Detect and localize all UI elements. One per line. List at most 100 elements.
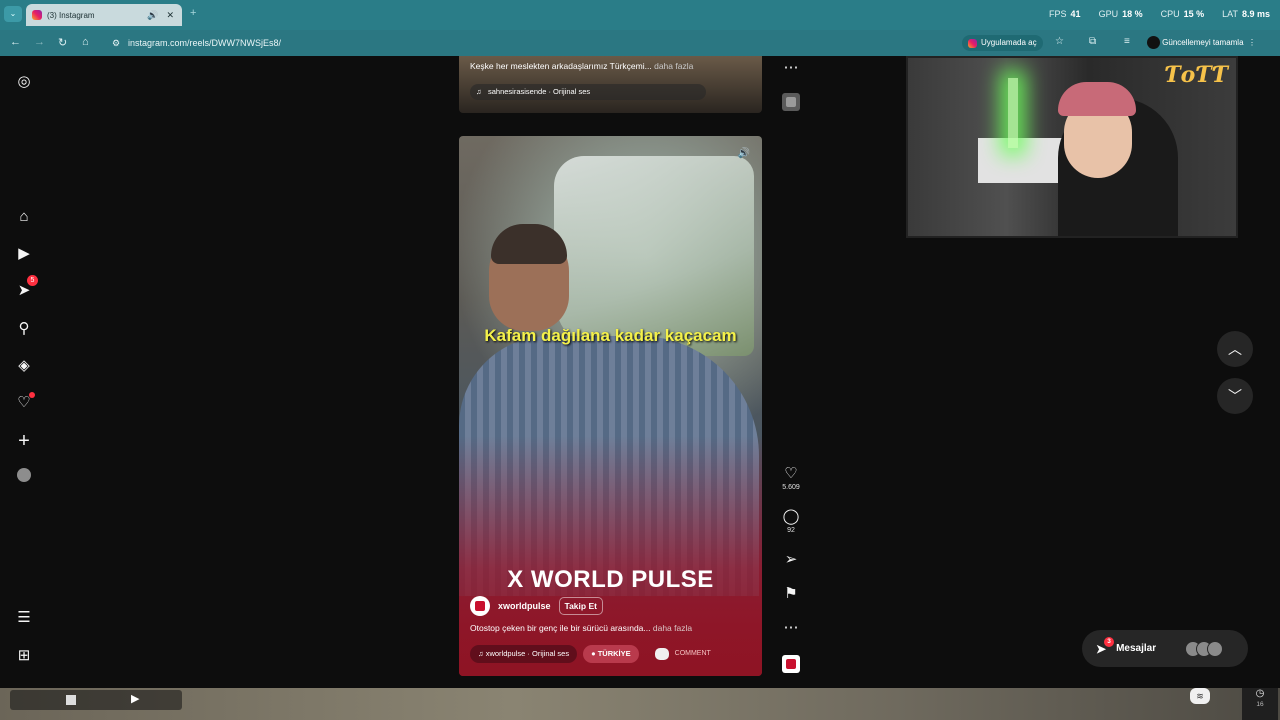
previous-reel-button[interactable]: ︿	[1217, 331, 1253, 367]
follow-button[interactable]: Takip Et	[558, 597, 603, 615]
gpu-stat: GPU 18 %	[1098, 9, 1143, 19]
browser-tab[interactable]: (3) Instagram 🔊 ✕	[26, 4, 182, 26]
reload-icon[interactable]: ↻	[58, 36, 67, 49]
video-watermark: X WORLD PULSE	[507, 566, 714, 593]
sidebar: ◎ ⌂ ▶ ➤ 5 ⚲ ◈ ♡ + ☰ ⊞	[0, 56, 48, 688]
audio-thumbnail[interactable]	[782, 655, 800, 673]
instagram-icon	[968, 38, 977, 48]
messages-label: Mesajlar	[1116, 643, 1157, 654]
performance-overlay: FPS 41 GPU 18 % CPU 15 % LAT 8.9 ms	[1049, 9, 1270, 19]
media-controls: ▶	[10, 690, 182, 710]
cpu-stat: CPU 15 %	[1160, 9, 1205, 19]
url-text: instagram.com/reels/DWW7NWSjEs8/	[128, 38, 282, 48]
create-nav-icon[interactable]: +	[14, 431, 34, 451]
search-nav-icon[interactable]: ⚲	[14, 319, 34, 339]
webcam-desk	[978, 138, 1068, 183]
streamer-logo: ƬoƬƬ	[1164, 62, 1228, 88]
author-row: xworldpulse Takip Et	[470, 596, 603, 616]
back-icon[interactable]: ←	[10, 36, 21, 48]
reel-actions: ⋯ ♡ 5.609 ◯ 92 ➢ ⚑ ⋯	[778, 56, 804, 688]
browser-tab-bar: ⌄ (3) Instagram 🔊 ✕ + FPS 41 GPU 18 % CPU 1…	[0, 0, 1280, 30]
play-icon[interactable]: ▶	[131, 692, 139, 705]
reel-chips: ♫ xworldpulse · Orijinal ses ● TÜRKİYE C…	[470, 645, 719, 663]
chevron-up-icon: ︿	[1228, 341, 1242, 357]
update-button[interactable]: Güncellemeyi tamamla ⋮	[1162, 35, 1256, 51]
previous-more-options-icon[interactable]: ⋯	[778, 59, 804, 77]
extensions-icon[interactable]: ⧉	[1089, 36, 1096, 47]
home-icon[interactable]: ⌂	[82, 36, 89, 48]
webcam-cap	[1058, 82, 1136, 116]
tray-settings-icon[interactable]: ≋	[1190, 688, 1210, 704]
author-username[interactable]: xworldpulse	[498, 601, 551, 611]
webcam-light	[1008, 78, 1018, 148]
close-tab-icon[interactable]: ✕	[166, 10, 174, 21]
speaker-icon[interactable]: 🔊	[147, 10, 158, 21]
instagram-logo-icon[interactable]: ◎	[14, 72, 34, 92]
reel-more-link[interactable]: daha fazla	[653, 623, 692, 633]
message-avatars	[1185, 640, 1224, 657]
notifications-nav-icon[interactable]: ♡	[14, 392, 35, 413]
bookmark-icon: ⚑	[784, 585, 798, 602]
audio-chip[interactable]: ♫ xworldpulse · Orijinal ses	[470, 645, 578, 663]
latency-stat: LAT 8.9 ms	[1222, 9, 1270, 19]
messages-icon: ➤ 3	[1096, 636, 1114, 656]
more-menu-icon[interactable]: ☰	[14, 608, 34, 628]
new-tab-button[interactable]: +	[190, 7, 196, 19]
comment-icon: ◯	[782, 508, 800, 525]
previous-audio-thumbnail[interactable]	[782, 93, 800, 111]
unread-dot	[29, 392, 35, 398]
taskbar: ▶ ≋ ◷ 16	[0, 688, 1280, 720]
explore-nav-icon[interactable]: ◈	[14, 356, 34, 376]
chevron-down-icon: ﹀	[1228, 388, 1242, 404]
avatar	[1207, 640, 1224, 657]
reel-caption: Otostop çeken bir genç ile bir sürücü ar…	[470, 623, 693, 633]
profile-avatar[interactable]	[1147, 36, 1160, 49]
heart-icon: ♡	[784, 465, 798, 482]
location-chip[interactable]: ● TÜRKİYE	[583, 645, 639, 663]
page-scrollbar[interactable]	[1270, 56, 1280, 688]
like-count: 5.609	[782, 484, 800, 491]
previous-reel[interactable]: Keşke her meslekten arkadaşlarımız Türkç…	[459, 56, 762, 113]
playlist-icon[interactable]: ≡	[1124, 36, 1130, 47]
video-subtitle: Kafam dağılana kadar kaçacam	[484, 326, 737, 345]
comment-button[interactable]: ◯ 92	[778, 508, 804, 534]
send-icon: ➢	[784, 551, 798, 568]
instagram-page: ◎ ⌂ ▶ ➤ 5 ⚲ ◈ ♡ + ☰ ⊞ Keşke her meslekte…	[0, 56, 1280, 688]
clock-number: 16	[1256, 701, 1264, 708]
home-nav-icon[interactable]: ⌂	[14, 207, 34, 227]
profile-nav-avatar[interactable]	[14, 468, 34, 488]
share-button[interactable]: ➢	[778, 551, 804, 569]
like-button[interactable]: ♡ 5.609	[778, 465, 804, 491]
reels-nav-icon[interactable]: ▶	[14, 244, 34, 264]
forward-icon[interactable]: →	[34, 36, 45, 48]
previous-reel-audio[interactable]: ♫ sahnesirasisende · Orijinal ses	[470, 84, 706, 100]
author-avatar[interactable]	[470, 596, 490, 616]
comment-chip[interactable]: COMMENT	[651, 645, 719, 663]
open-in-app-button[interactable]: Uygulamada aç	[962, 35, 1043, 51]
stop-icon[interactable]	[66, 695, 76, 705]
fps-stat: FPS 41	[1049, 9, 1081, 19]
next-reel-button[interactable]: ﹀	[1217, 378, 1253, 414]
save-button[interactable]: ⚑	[778, 585, 804, 603]
tab-title: (3) Instagram	[47, 10, 95, 20]
open-in-app-label: Uygulamada aç	[981, 38, 1037, 47]
bookmark-star-icon[interactable]: ☆	[1055, 36, 1064, 47]
messages-badge: 3	[1104, 636, 1114, 647]
more-options-button[interactable]: ⋯	[778, 619, 804, 637]
music-note-icon: ♫	[476, 87, 482, 96]
reel-video[interactable]: 🔊 Kafam dağılana kadar kaçacam X WORLD P…	[459, 136, 762, 676]
also-from-meta-icon[interactable]: ⊞	[14, 646, 34, 666]
tab-list-button[interactable]: ⌄	[4, 6, 22, 22]
more-dots-icon: ⋯	[783, 619, 799, 636]
tray-clock-icon[interactable]: ◷ 16	[1242, 688, 1278, 720]
previous-reel-more-link[interactable]: daha fazla	[654, 61, 693, 71]
update-label: Güncellemeyi tamamla	[1162, 38, 1244, 47]
site-info-icon[interactable]: ⚙	[112, 34, 120, 52]
direct-messages-nav-icon[interactable]: ➤ 5	[14, 275, 38, 301]
webcam-overlay: ƬoƬƬ	[906, 56, 1238, 238]
previous-reel-caption: Keşke her meslekten arkadaşlarımız Türkç…	[470, 61, 694, 71]
volume-icon[interactable]: 🔊	[736, 146, 752, 162]
instagram-favicon-icon	[32, 10, 42, 20]
messages-button[interactable]: ➤ 3 Mesajlar	[1082, 630, 1248, 667]
url-field[interactable]: ⚙ instagram.com/reels/DWW7NWSjEs8/	[104, 34, 954, 52]
